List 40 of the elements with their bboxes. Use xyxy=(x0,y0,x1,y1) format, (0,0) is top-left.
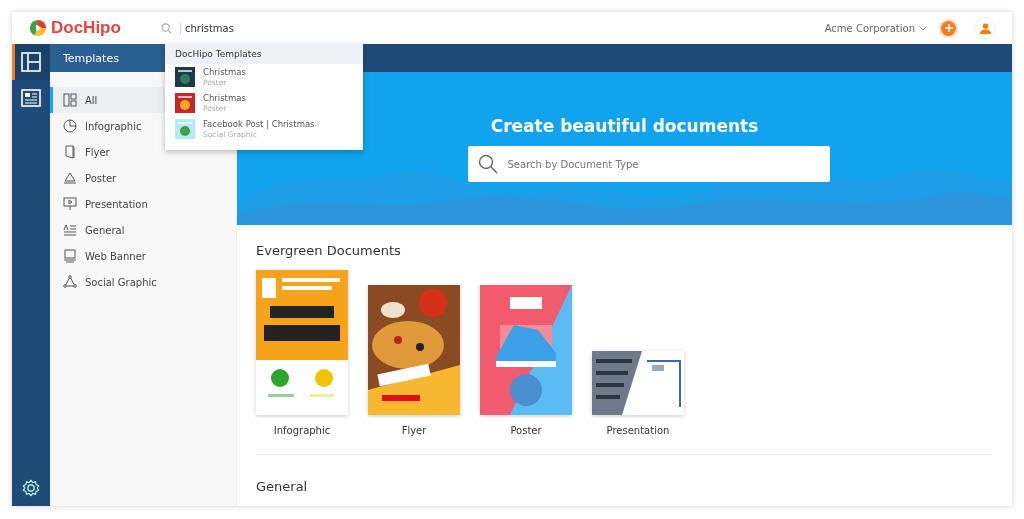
logo-text: DocHipo xyxy=(51,18,121,38)
grid-icon xyxy=(63,93,77,107)
triangle-icon xyxy=(63,171,77,185)
suggestions-heading-text: DocHipo Templates xyxy=(175,49,262,59)
document-icon xyxy=(21,89,41,107)
layout-icon xyxy=(21,52,41,72)
document-type-search-field[interactable]: Search by Document Type xyxy=(467,146,830,182)
monitor-icon xyxy=(63,249,77,263)
text-lines-icon xyxy=(63,223,77,237)
user-icon xyxy=(979,22,991,34)
add-button[interactable] xyxy=(941,20,956,36)
pie-icon xyxy=(63,119,77,133)
template-card[interactable]: Presentation xyxy=(592,351,684,436)
suggestion-title: Facebook Post | Christmas xyxy=(203,119,315,130)
sidebar-item[interactable]: Social Graphic xyxy=(50,269,236,295)
section-title: Evergreen Documents xyxy=(256,243,402,258)
account-dropdown[interactable]: Acme Corporation xyxy=(820,22,931,34)
sidebar-item[interactable]: Web Banner xyxy=(50,243,236,269)
user-button[interactable] xyxy=(974,17,996,39)
sidebar-item[interactable]: General xyxy=(50,217,236,243)
sidebar-title: Templates xyxy=(63,51,119,65)
template-card[interactable]: Poster xyxy=(480,285,572,436)
template-card[interactable]: Flyer xyxy=(368,285,460,436)
sidebar-item[interactable]: Poster xyxy=(50,165,236,191)
presentation-icon xyxy=(63,197,77,211)
search-icon xyxy=(477,154,498,174)
chevron-down-icon xyxy=(919,25,927,31)
section-title: General xyxy=(256,479,309,494)
settings-icon xyxy=(22,479,40,497)
network-icon xyxy=(63,275,77,289)
sidebar-item[interactable]: Flyer xyxy=(50,139,236,165)
search-icon xyxy=(161,22,172,34)
plus-icon xyxy=(944,24,953,32)
template-card[interactable]: Infographic xyxy=(256,270,348,436)
suggestion-title: Christmas xyxy=(203,67,246,78)
flyer-icon xyxy=(63,145,77,159)
layout-button[interactable] xyxy=(12,44,50,80)
sidebar-item[interactable]: Presentation xyxy=(50,191,236,217)
hero-title: Create beautiful documents xyxy=(490,116,759,136)
logo-icon xyxy=(29,19,47,37)
